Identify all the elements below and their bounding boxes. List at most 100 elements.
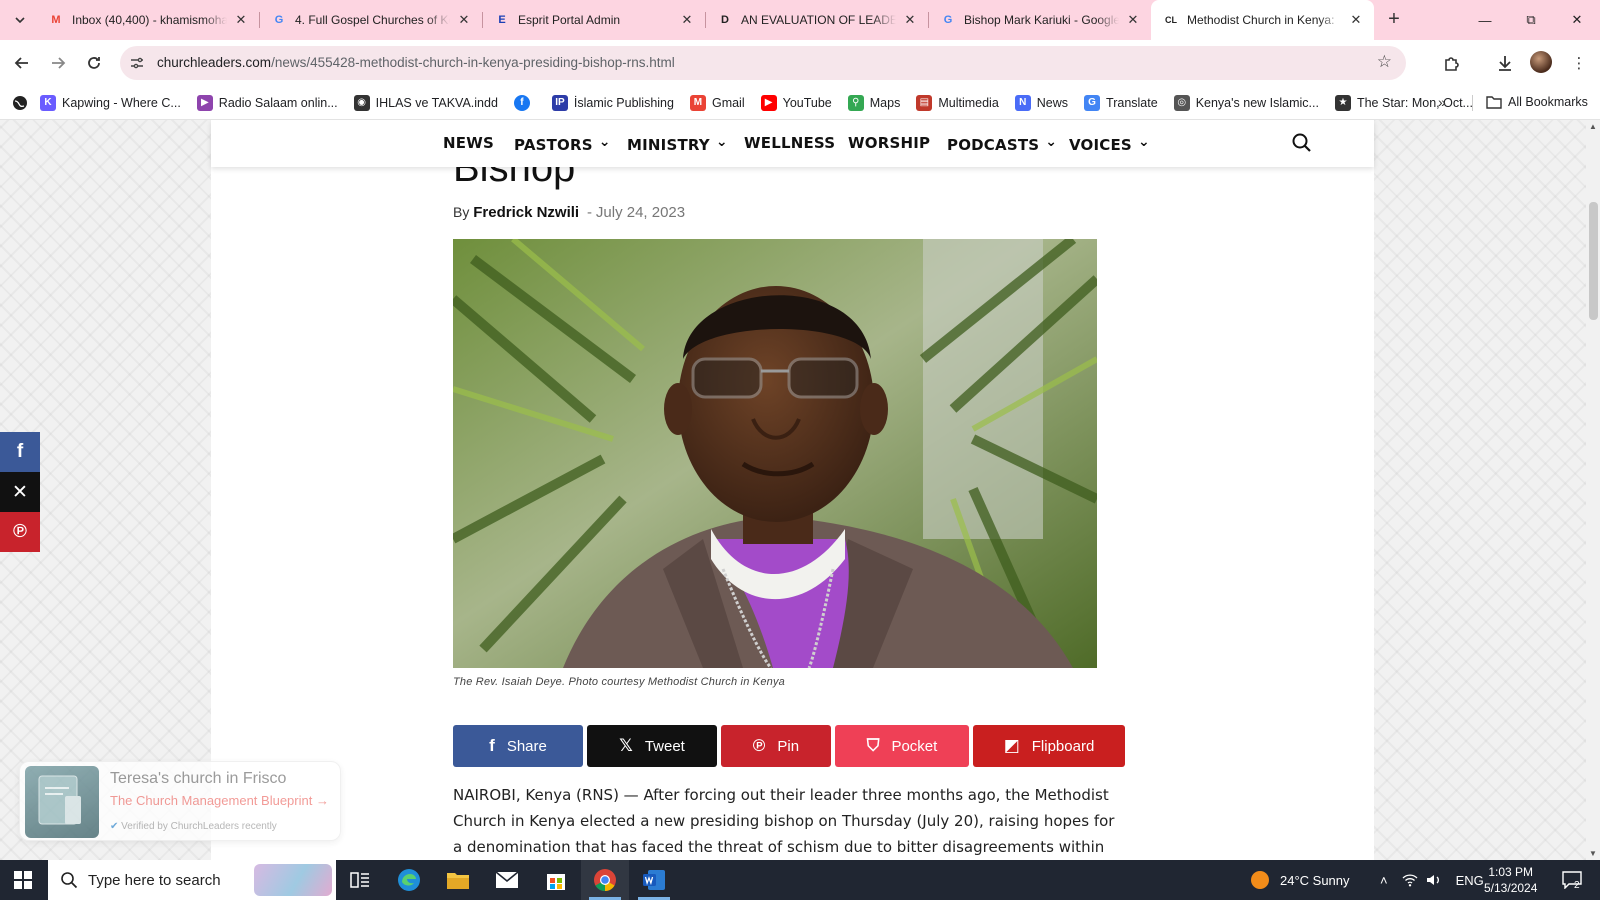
nav-worship[interactable]: WORSHIP [848, 134, 930, 152]
weather-widget[interactable]: 24°C Sunny [1250, 860, 1350, 900]
site-search-icon[interactable] [1291, 132, 1313, 154]
windows-start-icon[interactable] [14, 871, 32, 889]
action-center[interactable]: 2 [1562, 860, 1582, 900]
close-tab-icon[interactable]: ✕ [679, 12, 695, 28]
folder-icon [1486, 96, 1502, 109]
url-path: /news/455428-methodist-church-in-kenya-p… [271, 55, 675, 70]
nav-label: PASTORS [514, 136, 593, 154]
pin-button[interactable]: ℗ Pin [721, 725, 831, 767]
close-tab-icon[interactable]: ✕ [1125, 12, 1141, 28]
chevron-down-icon: ⌄ [1137, 134, 1150, 150]
browser-tab[interactable]: M Inbox (40,400) - khamismohamed ✕ [36, 0, 259, 40]
tweet-button[interactable]: 𝕏 Tweet [587, 725, 717, 767]
close-tab-icon[interactable]: ✕ [456, 12, 472, 28]
site-info-icon[interactable] [128, 54, 146, 72]
language-indicator[interactable]: ENG [1456, 873, 1484, 888]
close-tab-icon[interactable]: ✕ [902, 12, 918, 28]
url-text[interactable]: churchleaders.com/news/455428-methodist-… [157, 55, 675, 70]
taskbar-search[interactable]: Type here to search [48, 860, 336, 900]
popup-verified-text: Verified by ChurchLeaders recently [121, 821, 277, 832]
extensions-icon[interactable] [1441, 52, 1463, 74]
download-icon[interactable] [1494, 52, 1516, 74]
nav-podcasts[interactable]: PODCASTS ⌄ [947, 134, 1057, 154]
bookmark-item[interactable]: ▶ Radio Salaam onlin... [196, 94, 338, 111]
popup-link[interactable]: The Church Management Blueprint → [110, 793, 329, 808]
radio-icon: ▶ [196, 94, 213, 111]
close-window-button[interactable]: ✕ [1554, 0, 1600, 40]
forward-button[interactable] [46, 51, 70, 75]
word-icon[interactable] [630, 860, 678, 900]
bookmark-item[interactable]: G Translate [1084, 94, 1158, 111]
bookmark-item[interactable]: f [513, 94, 536, 111]
bookmark-item[interactable]: IP İslamic Publishing [551, 94, 674, 111]
store-icon[interactable] [532, 860, 580, 900]
bookmark-label: Translate [1106, 95, 1158, 110]
all-bookmarks-button[interactable]: All Bookmarks [1486, 95, 1588, 109]
bookmark-star-icon[interactable]: ☆ [1377, 52, 1392, 72]
browser-tab[interactable]: D AN EVALUATION OF LEADERSHIP ✕ [705, 0, 928, 40]
edge-icon[interactable] [385, 860, 433, 900]
profile-avatar[interactable] [1530, 51, 1552, 73]
system-tray: ˄ ENG [1380, 860, 1484, 900]
bookmark-item[interactable]: ◉ IHLAS ve TAKVA.indd [353, 94, 498, 111]
bookmark-item[interactable]: ▶ YouTube [760, 94, 832, 111]
file-explorer-icon[interactable] [434, 860, 482, 900]
address-bar[interactable]: churchleaders.com/news/455428-methodist-… [120, 46, 1406, 80]
nav-wellness[interactable]: WELLNESS [744, 134, 835, 152]
page-scrollbar[interactable]: ▲ ▼ [1586, 120, 1600, 860]
author-link[interactable]: Fredrick Nzwili [473, 204, 579, 221]
pinterest-icon[interactable]: ℗ [0, 512, 40, 552]
browser-tab[interactable]: E Esprit Portal Admin ✕ [482, 0, 705, 40]
scrollbar-thumb[interactable] [1589, 202, 1598, 320]
bookmarks-divider [1472, 95, 1473, 111]
x-icon: 𝕏 [619, 736, 633, 755]
new-tab-button[interactable]: + [1384, 9, 1404, 30]
tab-search-button[interactable] [8, 8, 32, 32]
task-view-icon[interactable] [336, 860, 384, 900]
tab-title: Bishop Mark Kariuki - Google Search [964, 13, 1119, 27]
browser-tab[interactable]: G Bishop Mark Kariuki - Google Search ✕ [928, 0, 1151, 40]
back-button[interactable] [10, 51, 34, 75]
volume-icon[interactable] [1426, 873, 1442, 887]
wifi-icon[interactable] [1402, 873, 1418, 887]
facebook-icon[interactable]: f [0, 432, 40, 472]
browser-tab[interactable]: CL Methodist Church in Kenya: ✕ [1151, 0, 1374, 40]
scroll-down-icon[interactable]: ▼ [1589, 849, 1597, 858]
flipboard-button[interactable]: ◩ Flipboard [973, 725, 1125, 767]
bookmark-item[interactable]: ★ The Star: Mon, Oct... [1334, 94, 1473, 111]
bookmark-item[interactable]: N News [1014, 94, 1068, 111]
reload-button[interactable] [82, 51, 106, 75]
scroll-up-icon[interactable]: ▲ [1589, 122, 1597, 131]
bookmark-item[interactable]: M Gmail [689, 94, 745, 111]
menu-kebab-icon[interactable]: ⋮ [1568, 52, 1590, 74]
share-buttons: f Share 𝕏 Tweet ℗ Pin ⛉ Pocket ◩ Flipboard [453, 725, 1129, 767]
tab-title: Methodist Church in Kenya: [1187, 13, 1335, 27]
bookmark-item[interactable]: K Kapwing - Where C... [40, 94, 181, 111]
nav-voices[interactable]: VOICES ⌄ [1069, 134, 1150, 154]
close-tab-icon[interactable]: ✕ [1348, 12, 1364, 28]
popup-verified: ✔ Verified by ChurchLeaders recently [110, 821, 277, 832]
mail-icon[interactable] [483, 860, 531, 900]
social-proof-popup[interactable]: Teresa's church in Frisco The Church Man… [19, 761, 341, 841]
bookmark-item[interactable]: ⚲ Maps [847, 94, 900, 111]
restore-button[interactable]: ⧉ [1508, 0, 1554, 40]
bookmark-item[interactable]: ◎ Kenya's new Islamic... [1173, 94, 1319, 111]
pocket-button[interactable]: ⛉ Pocket [835, 725, 969, 767]
nav-ministry[interactable]: MINISTRY ⌄ [627, 134, 728, 154]
reload-icon [88, 57, 100, 69]
share-label: Tweet [644, 737, 685, 755]
chrome-icon[interactable] [581, 860, 629, 900]
translate-icon: G [1084, 94, 1101, 111]
minimize-button[interactable]: — [1462, 0, 1508, 40]
chevron-up-icon[interactable]: ˄ [1380, 873, 1388, 888]
nav-news[interactable]: NEWS [443, 134, 494, 152]
browser-tab[interactable]: G 4. Full Gospel Churches of Kenya ✕ [259, 0, 482, 40]
bookmark-item[interactable]: ▤ Multimedia [916, 94, 999, 111]
x-icon[interactable]: ✕ [0, 472, 40, 512]
more-bookmarks-icon[interactable]: » [1438, 94, 1446, 110]
nav-pastors[interactable]: PASTORS ⌄ [514, 134, 611, 154]
bookmark-globe[interactable] [12, 95, 28, 111]
share-button[interactable]: f Share [453, 725, 583, 767]
close-tab-icon[interactable]: ✕ [233, 12, 249, 28]
taskbar-clock[interactable]: 1:03 PM 5/13/2024 [1484, 864, 1537, 896]
